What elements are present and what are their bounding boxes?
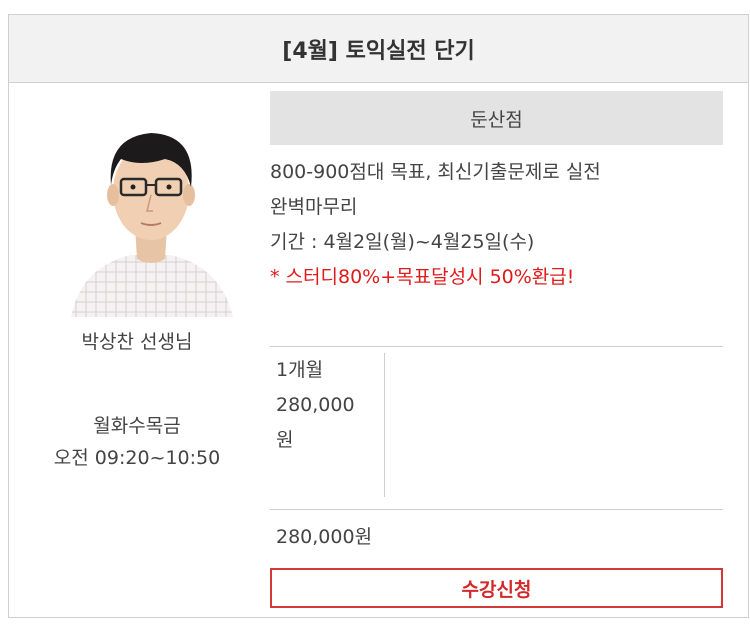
course-title: [4월] 토익실전 단기: [9, 15, 748, 83]
promo-text: * 스터디80%+목표달성시 50%환급!: [270, 266, 575, 288]
price-duration: 1개월: [276, 359, 324, 381]
branch-label: 둔산점: [270, 91, 723, 145]
price-amount: 280,000: [276, 394, 355, 416]
schedule-days: 월화수목금: [93, 415, 181, 437]
price-option: 1개월 280,000 원: [276, 353, 376, 458]
course-period: 기간 : 4월2일(월)~4월25일(수): [270, 231, 535, 253]
course-description: 800-900점대 목표, 최신기출문제로 실전 완벽마무리 기간 : 4월2일…: [270, 155, 740, 295]
teacher-photo: [61, 107, 241, 317]
schedule-time: 오전 09:20~10:50: [53, 447, 221, 469]
total-price: 280,000원: [276, 526, 373, 548]
enroll-button-label: 수강신청: [461, 578, 532, 601]
description-line-2: 완벽마무리: [270, 196, 358, 218]
teacher-name: 박상찬 선생님: [81, 331, 193, 353]
price-divider: [384, 353, 385, 497]
price-table: 1개월 280,000 원: [270, 346, 723, 510]
price-unit: 원: [276, 429, 294, 451]
course-card: [4월] 토익실전 단기 박상찬 선생님 월화수목금 오전 09:20~10:5…: [8, 14, 749, 618]
enroll-button[interactable]: 수강신청: [270, 568, 723, 608]
description-line-1: 800-900점대 목표, 최신기출문제로 실전: [270, 161, 601, 183]
